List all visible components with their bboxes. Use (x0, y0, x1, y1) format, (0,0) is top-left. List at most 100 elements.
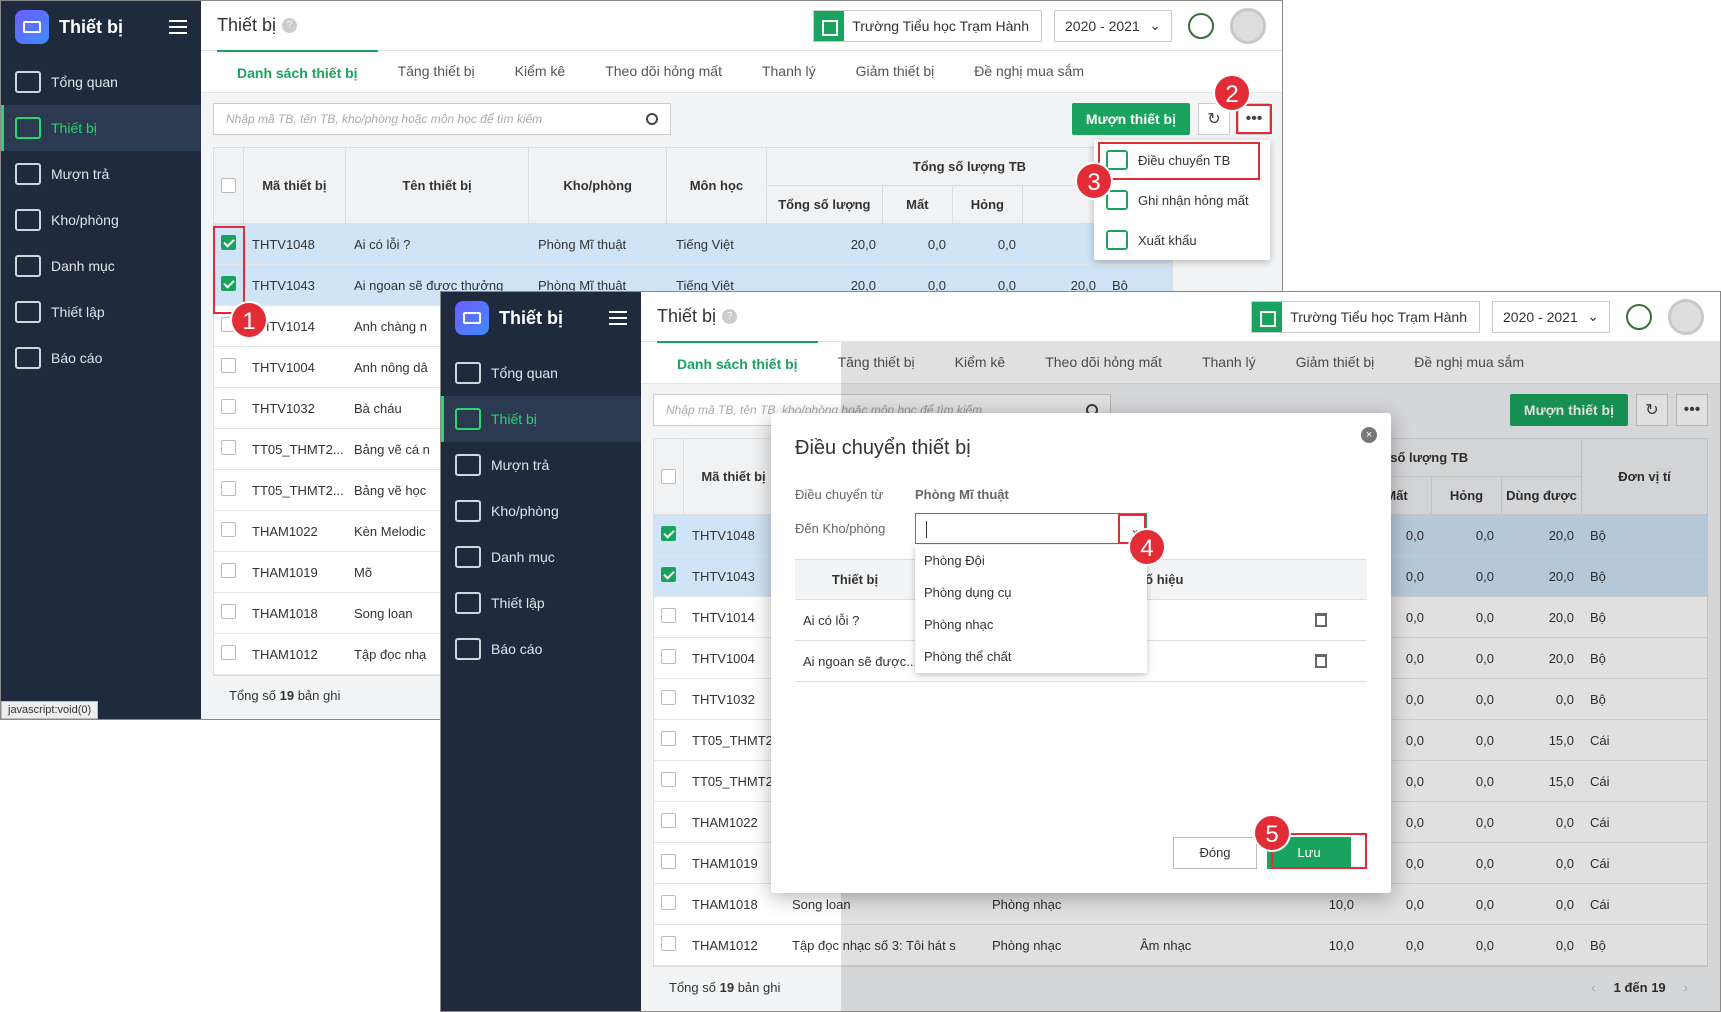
nav-catalog[interactable]: Danh mục (1, 243, 201, 289)
borrow-button[interactable]: Mượn thiết bị (1071, 103, 1190, 135)
school-selector[interactable]: Trường Tiểu học Trạm Hành (813, 9, 1042, 42)
row-check[interactable] (654, 813, 684, 831)
checkbox[interactable] (221, 440, 236, 455)
close-button[interactable]: Đóng (1173, 837, 1257, 869)
option-room[interactable]: Phòng dụng cụ (915, 577, 1147, 609)
year-select[interactable]: 2020 - 2021 ⌄ (1492, 300, 1610, 333)
cart-icon (455, 454, 481, 476)
avatar[interactable] (1668, 298, 1704, 335)
checkbox[interactable] (661, 936, 676, 951)
tab-increase[interactable]: Tăng thiết bị (378, 50, 495, 92)
tool-icon[interactable] (1626, 303, 1652, 330)
nav-devices[interactable]: Thiết bị (441, 396, 641, 442)
checkbox[interactable] (661, 895, 676, 910)
checkbox[interactable] (221, 399, 236, 414)
chevron-down-icon: ⌄ (1587, 308, 1599, 324)
menu-export[interactable]: Xuất khẩu (1094, 220, 1270, 260)
menu-icon[interactable] (609, 311, 627, 325)
option-room[interactable]: Phòng Đội (915, 545, 1147, 577)
checkbox[interactable] (661, 690, 676, 705)
nav-reports[interactable]: Báo cáo (441, 626, 641, 672)
year-select[interactable]: 2020 - 2021 ⌄ (1054, 9, 1172, 42)
checkbox[interactable] (661, 567, 676, 582)
nav-overview[interactable]: Tổng quan (441, 350, 641, 396)
nav-reports[interactable]: Báo cáo (1, 335, 201, 381)
school-selector[interactable]: Trường Tiểu học Trạm Hành (1251, 300, 1480, 333)
brand[interactable]: Thiết bị (1, 1, 201, 53)
table-row[interactable]: THTV1048 Ai có lỗi ? Phòng Mĩ thuật Tiếng V… (214, 224, 1172, 265)
checkbox[interactable] (221, 522, 236, 537)
checkbox[interactable] (661, 608, 676, 623)
checkbox[interactable] (661, 772, 676, 787)
checkbox[interactable] (221, 563, 236, 578)
help-icon[interactable]: ? (282, 18, 298, 33)
tab-damage[interactable]: Theo dõi hỏng mất (585, 50, 742, 92)
nav-rooms[interactable]: Kho/phòng (441, 488, 641, 534)
row-check[interactable] (214, 522, 244, 540)
tab-purchase[interactable]: Đề nghị mua sắm (954, 50, 1104, 92)
row-check[interactable] (214, 645, 244, 663)
delete-button[interactable] (1275, 654, 1367, 668)
row-check[interactable] (214, 563, 244, 581)
record-count: Tổng số 19 bản ghi (229, 688, 341, 703)
tab-decrease[interactable]: Giảm thiết bị (836, 50, 955, 92)
checkbox[interactable] (661, 649, 676, 664)
option-room[interactable]: Phòng nhạc (915, 609, 1147, 641)
nav-devices[interactable]: Thiết bị (1, 105, 201, 151)
table-cell: Phòng Mĩ thuật (538, 236, 627, 252)
tab-device-list[interactable]: Danh sách thiết bị (657, 341, 818, 383)
nav-settings[interactable]: Thiết lập (441, 580, 641, 626)
checkbox[interactable] (221, 604, 236, 619)
help-icon[interactable]: ? (722, 309, 738, 324)
row-check[interactable] (214, 440, 244, 458)
tool-icon[interactable] (1188, 12, 1214, 39)
checkbox[interactable] (661, 526, 676, 541)
table-cell: THAM1012 (692, 937, 758, 953)
header-check[interactable] (654, 439, 684, 514)
checkbox[interactable] (661, 731, 676, 746)
row-check[interactable] (214, 604, 244, 622)
tab-device-list[interactable]: Danh sách thiết bị (217, 50, 378, 92)
row-check[interactable] (654, 608, 684, 626)
close-icon[interactable]: × (1361, 427, 1377, 443)
menu-icon[interactable] (169, 20, 187, 34)
row-check[interactable] (654, 526, 684, 544)
nav-borrow[interactable]: Mượn trả (441, 442, 641, 488)
row-check[interactable] (214, 358, 244, 376)
checkbox[interactable] (221, 358, 236, 373)
tab-liquidation[interactable]: Thanh lý (742, 50, 836, 92)
row-check[interactable] (654, 936, 684, 954)
checkbox[interactable] (661, 854, 676, 869)
nav-catalog[interactable]: Danh mục (441, 534, 641, 580)
row-check[interactable] (214, 399, 244, 417)
table-cell: THAM1019 (252, 564, 318, 580)
row-check[interactable] (654, 854, 684, 872)
checkbox[interactable] (661, 813, 676, 828)
row-check[interactable] (654, 567, 684, 585)
nav-rooms[interactable]: Kho/phòng (1, 197, 201, 243)
row-check[interactable] (654, 649, 684, 667)
nav-settings[interactable]: Thiết lập (1, 289, 201, 335)
avatar[interactable] (1230, 7, 1266, 44)
row-check[interactable] (654, 690, 684, 708)
option-room[interactable]: Phòng thể chất (915, 641, 1147, 673)
nav-borrow[interactable]: Mượn trả (1, 151, 201, 197)
col-lost: Mất (883, 185, 953, 223)
destination-room-select[interactable]: ⌄ (915, 513, 1147, 544)
checkbox[interactable] (221, 481, 236, 496)
delete-button[interactable] (1275, 613, 1367, 627)
menu-record-damage[interactable]: Ghi nhận hỏng mất (1094, 180, 1270, 220)
row-check[interactable] (654, 731, 684, 749)
brand-title: Thiết bị (499, 307, 563, 328)
row-check[interactable] (654, 895, 684, 913)
row-check[interactable] (654, 772, 684, 790)
checkbox[interactable] (221, 645, 236, 660)
brand[interactable]: Thiết bị (441, 292, 641, 344)
tab-inventory[interactable]: Kiểm kê (495, 50, 586, 92)
row-check[interactable] (214, 481, 244, 499)
nav-label: Thiết bị (491, 411, 537, 427)
nav-overview[interactable]: Tổng quan (1, 59, 201, 105)
search-icon (646, 113, 658, 125)
search-input[interactable]: Nhập mã TB, tên TB, kho/phòng hoặc môn h… (213, 103, 671, 135)
header-check[interactable] (214, 148, 244, 223)
